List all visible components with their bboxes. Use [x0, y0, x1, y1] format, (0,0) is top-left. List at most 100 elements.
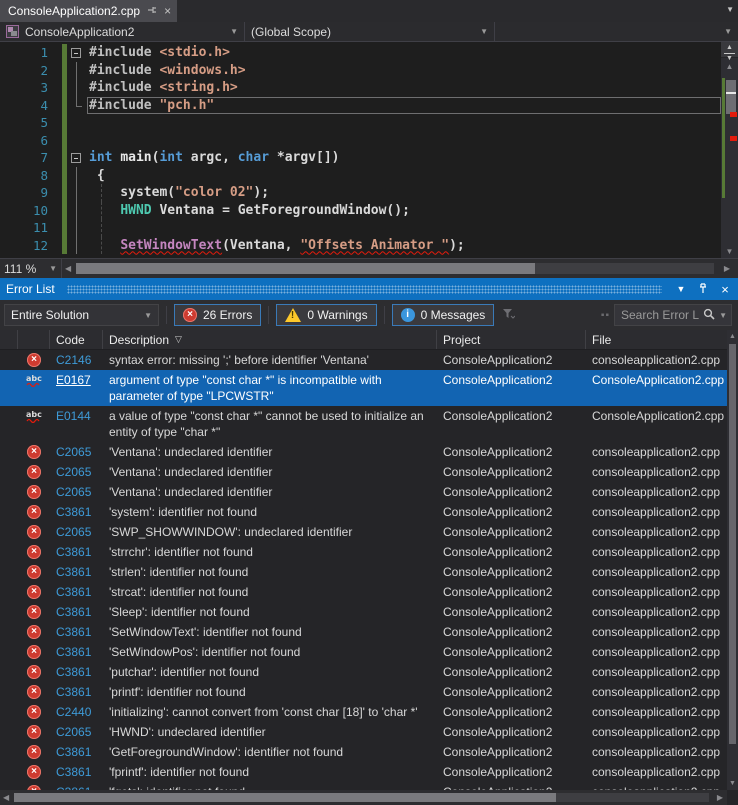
error-row[interactable]: ×C3861'SetWindowPos': identifier not fou… [0, 642, 727, 662]
fold-collapse-icon[interactable] [71, 48, 81, 58]
header-project[interactable]: Project [437, 330, 586, 349]
code-line[interactable]: 5 [0, 114, 721, 132]
error-code-link[interactable]: C3861 [50, 562, 103, 582]
member-dropdown[interactable]: ▼ [495, 22, 738, 41]
chevron-down-icon[interactable]: ▼ [719, 311, 727, 320]
code-line[interactable]: 2#include <windows.h> [0, 62, 721, 80]
error-row[interactable]: abcE0144a value of type "const char *" c… [0, 406, 727, 442]
code-line[interactable]: 7int main(int argc, char *argv[]) [0, 149, 721, 167]
code-line[interactable]: 12 SetWindowText(Ventana, "Offsets Anima… [0, 237, 721, 255]
error-row[interactable]: ×C2065'Ventana': undeclared identifierCo… [0, 462, 727, 482]
code-line[interactable]: 6 [0, 132, 721, 150]
code-line[interactable]: 3#include <string.h> [0, 79, 721, 97]
scope-dropdown[interactable]: (Global Scope) ▼ [245, 22, 495, 41]
error-row[interactable]: ×C2065'Ventana': undeclared identifierCo… [0, 482, 727, 502]
splitter-handle-icon[interactable]: ▲ ▼ [721, 42, 738, 58]
error-code-link[interactable]: C3861 [50, 742, 103, 762]
error-list-horizontal-scrollbar[interactable]: ◀ ▶ [0, 790, 727, 805]
error-code-link[interactable]: C3861 [50, 602, 103, 622]
error-code-link[interactable]: C2065 [50, 482, 103, 502]
error-code-link[interactable]: C2065 [50, 462, 103, 482]
search-icon[interactable] [703, 308, 715, 323]
error-list-titlebar[interactable]: Error List ▼ × [0, 278, 738, 300]
fold-collapse-icon[interactable] [71, 153, 81, 163]
errors-toggle-button[interactable]: × 26 Errors [174, 304, 261, 326]
error-row[interactable]: abcE0167argument of type "const char *" … [0, 370, 727, 406]
pin-icon[interactable] [696, 283, 710, 296]
header-description[interactable]: Description ▽ [103, 330, 437, 349]
error-row[interactable]: ×C3861'strcat': identifier not foundCons… [0, 582, 727, 602]
code-line[interactable]: 10 HWND Ventana = GetForegroundWindow(); [0, 202, 721, 220]
warnings-toggle-button[interactable]: 0 Warnings [276, 304, 376, 326]
error-code-link[interactable]: C3861 [50, 782, 103, 790]
error-code-link[interactable]: C3861 [50, 582, 103, 602]
error-code-link[interactable]: C2065 [50, 442, 103, 462]
document-list-chevron-icon[interactable]: ▼ [726, 5, 734, 14]
error-row[interactable]: ×C2065'SWP_SHOWWINDOW': undeclared ident… [0, 522, 727, 542]
close-icon[interactable]: × [718, 283, 732, 296]
scroll-right-icon[interactable]: ▶ [724, 264, 730, 273]
error-row[interactable]: ×C3861'SetWindowText': identifier not fo… [0, 622, 727, 642]
zoom-dropdown[interactable]: 111 % ▼ [0, 259, 62, 278]
error-list-vertical-scrollbar[interactable]: ▲ ▼ [727, 330, 738, 790]
pin-icon[interactable] [147, 5, 157, 18]
code-editor[interactable]: 1#include <stdio.h>2#include <windows.h>… [0, 42, 738, 258]
error-row[interactable]: ×C3861'printf': identifier not foundCons… [0, 682, 727, 702]
error-row[interactable]: ×C2065'Ventana': undeclared identifierCo… [0, 442, 727, 462]
editor-vscroll-thumb[interactable] [726, 80, 736, 114]
error-row[interactable]: ×C2146syntax error: missing ';' before i… [0, 350, 727, 370]
code-line[interactable]: 1#include <stdio.h> [0, 44, 721, 62]
error-code-link[interactable]: C3861 [50, 682, 103, 702]
error-row[interactable]: ×C3861'fprintf': identifier not foundCon… [0, 762, 727, 782]
error-row[interactable]: ×C2065'HWND': undeclared identifierConso… [0, 722, 727, 742]
search-box[interactable]: ▼ [614, 304, 732, 326]
el-hscroll-thumb[interactable] [14, 793, 556, 802]
code-line[interactable]: 11 [0, 219, 721, 237]
error-code-link[interactable]: C2065 [50, 722, 103, 742]
code-line[interactable]: 9 system("color 02"); [0, 184, 721, 202]
error-row[interactable]: ×C3861'strlen': identifier not foundCons… [0, 562, 727, 582]
scroll-right-icon[interactable]: ▶ [717, 793, 723, 802]
error-code-link[interactable]: C3861 [50, 762, 103, 782]
error-row[interactable]: ×C3861'putchar': identifier not foundCon… [0, 662, 727, 682]
toolbar-overflow-grip[interactable]: ▪▪ [601, 310, 610, 321]
scroll-up-icon[interactable]: ▲ [727, 333, 738, 340]
scope-filter-dropdown[interactable]: Entire Solution ▼ [4, 304, 159, 326]
header-file[interactable]: File [586, 330, 727, 349]
error-row[interactable]: ×C3861'fgets': identifier not foundConso… [0, 782, 727, 790]
editor-vertical-scrollbar[interactable]: ▲ ▼ ▲ ▼ [721, 42, 738, 258]
error-row[interactable]: ×C3861'Sleep': identifier not foundConso… [0, 602, 727, 622]
header-severity-column[interactable] [18, 330, 50, 349]
error-row[interactable]: ×C3861'strrchr': identifier not foundCon… [0, 542, 727, 562]
error-code-link[interactable]: C2065 [50, 522, 103, 542]
error-code-link[interactable]: C3861 [50, 622, 103, 642]
scroll-left-icon[interactable]: ◀ [65, 264, 71, 273]
close-icon[interactable]: × [164, 5, 171, 17]
window-position-chevron-icon[interactable]: ▼ [674, 284, 688, 294]
error-code-link[interactable]: C3861 [50, 502, 103, 522]
error-code-link[interactable]: C3861 [50, 642, 103, 662]
error-code-link[interactable]: C3861 [50, 542, 103, 562]
editor-horizontal-scrollbar[interactable]: ◀ ▶ [62, 259, 738, 278]
error-code-link[interactable]: C2440 [50, 702, 103, 722]
el-hscroll-track[interactable] [14, 793, 709, 802]
code-line[interactable]: 8 { [0, 167, 721, 185]
error-code-link[interactable]: E0167 [50, 370, 103, 406]
el-vscroll-thumb[interactable] [729, 344, 736, 744]
search-input[interactable] [621, 308, 699, 322]
project-dropdown[interactable]: ConsoleApplication2 ▼ [0, 22, 245, 41]
error-code-link[interactable]: C3861 [50, 662, 103, 682]
tab-consoleapplication2-cpp[interactable]: ConsoleApplication2.cpp × [0, 0, 177, 22]
error-code-link[interactable]: C2146 [50, 350, 103, 370]
error-row[interactable]: ×C3861'GetForegroundWindow': identifier … [0, 742, 727, 762]
error-code-link[interactable]: E0144 [50, 406, 103, 442]
scroll-down-icon[interactable]: ▼ [727, 780, 738, 787]
error-row[interactable]: ×C3861'system': identifier not foundCons… [0, 502, 727, 522]
code-line[interactable]: 4#include "pch.h" [0, 97, 721, 115]
hscroll-track[interactable] [76, 263, 714, 274]
scroll-up-icon[interactable]: ▲ [721, 62, 738, 71]
header-code[interactable]: Code [50, 330, 103, 349]
scroll-left-icon[interactable]: ◀ [3, 793, 9, 802]
error-row[interactable]: ×C2440'initializing': cannot convert fro… [0, 702, 727, 722]
hscroll-thumb[interactable] [76, 263, 535, 274]
